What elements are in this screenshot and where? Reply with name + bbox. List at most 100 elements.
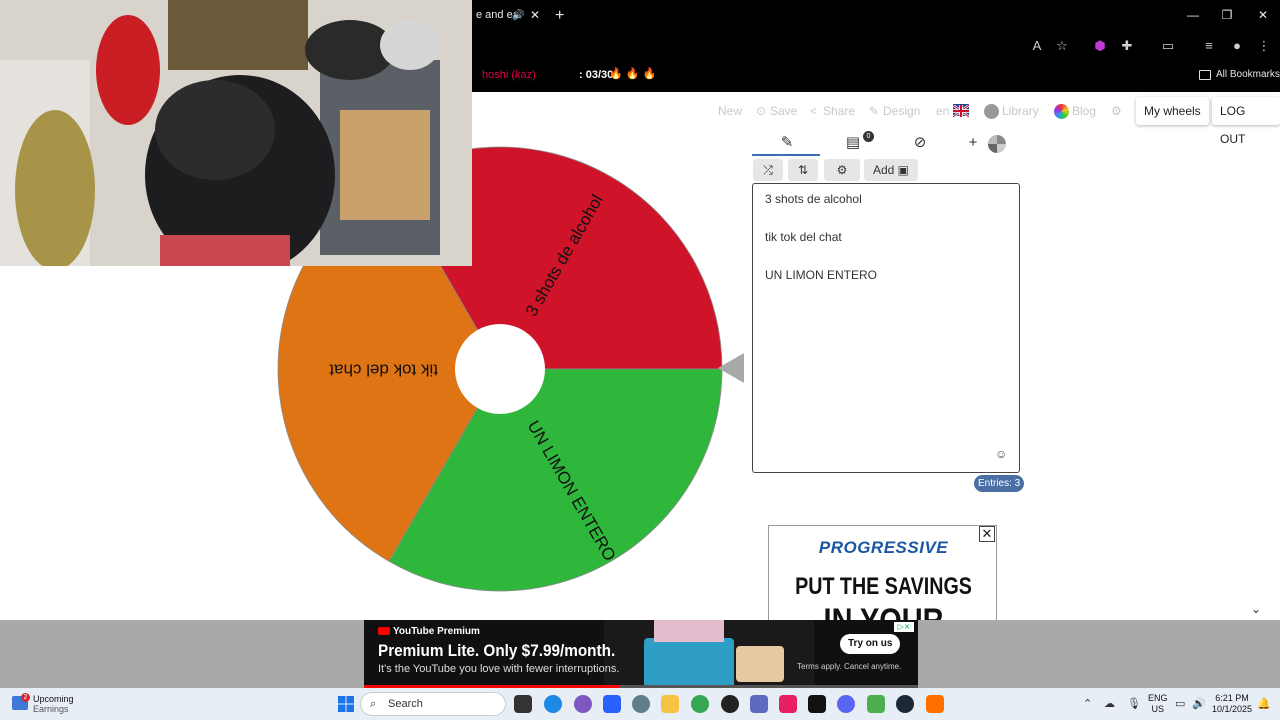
volume-icon[interactable]: 🔊 [1192,697,1206,710]
nav-library[interactable]: Library [1002,100,1039,122]
ad-brand: PROGRESSIVE [818,538,949,557]
widgets-button[interactable]: Upcoming Earnings [33,694,74,714]
ad-artwork [604,620,814,688]
uk-flag-icon [952,104,970,118]
app-icon[interactable] [779,695,797,713]
file-explorer-icon[interactable] [661,695,679,713]
nav-design[interactable]: Design [883,100,920,122]
entries-textarea[interactable]: 3 shots de alcohol tik tok del chat UN L… [752,183,1020,473]
youtube-premium-ad[interactable]: YouTube Premium Premium Lite. Only $7.99… [364,620,918,688]
edit-pencil-icon[interactable]: ✎ [775,130,799,156]
extension-shield-icon[interactable]: ⬢ [1091,37,1109,55]
taskbar-search[interactable]: ⌕ Search [360,692,506,716]
webcam-overlay [0,0,472,266]
entry-line: UN LIMON ENTERO [765,268,878,282]
all-bookmarks-button[interactable]: All Bookmarks [1216,69,1280,80]
extensions-puzzle-icon[interactable]: ✚ [1118,37,1136,55]
windows-start-icon[interactable] [338,696,354,712]
nav-new[interactable]: New [718,100,742,122]
sort-button[interactable]: ⇅ [788,159,818,181]
language-indicator[interactable]: ENG US [1148,693,1168,715]
translate-icon[interactable]: A [1028,37,1046,55]
yt-headline: Premium Lite. Only $7.99/month. [378,641,616,660]
edge-icon[interactable] [544,695,562,713]
kebab-menu-icon[interactable]: ⋮ [1255,37,1273,55]
save-icon[interactable]: ⊙ [756,100,766,122]
yt-subtext: It's the YouTube you love with fewer int… [378,663,620,675]
steam-icon[interactable] [896,695,914,713]
settings-icon[interactable]: ⚙ [1111,100,1122,122]
nav-save[interactable]: Save [770,100,797,122]
yt-terms: Terms apply. Cancel anytime. [797,662,902,671]
cast-icon[interactable]: ▭ [1159,37,1177,55]
add-image-button[interactable]: Add ▣ [864,159,918,181]
search-icon: ⌕ [370,698,377,710]
media-control-icon[interactable]: ≡ [1200,37,1218,55]
add-wheel-plus-icon[interactable]: + [965,130,981,156]
settings-app-icon[interactable] [632,695,650,713]
new-tab-button[interactable]: + [555,3,564,28]
widget-title: Upcoming [33,694,74,704]
ad-headline-line1: PUT THE SAVINGS [795,573,972,600]
pencil-icon[interactable]: ✎ [869,100,879,122]
hide-eye-icon[interactable]: ⊘ [908,130,932,156]
wheel-center-hub[interactable] [455,324,545,414]
chevron-down-icon[interactable]: ⌄ [1251,602,1261,616]
adchoices-icon[interactable]: ▷⨯ [894,622,914,632]
star-bookmark-icon[interactable]: ☆ [1053,37,1071,55]
task-view-icon[interactable] [514,695,532,713]
wheel-segment-label: tik tok del chat [329,361,438,380]
discord-icon[interactable] [837,695,855,713]
bookmark-emojis: 🔥 🔥 🔥 [609,68,657,80]
app-icon[interactable] [926,695,944,713]
active-tab-underline [752,154,820,156]
tray-chevron-icon[interactable]: ⌃ [1083,697,1092,710]
image-icon: ▣ [897,163,910,177]
results-clipboard-icon[interactable]: ▤ [843,130,863,156]
notification-bell-icon[interactable]: 🔔 [1257,697,1271,710]
folder-icon [1199,70,1211,80]
nav-share[interactable]: Share [823,100,855,122]
app-icon[interactable] [721,695,739,713]
lang-line1: ENG [1148,693,1168,703]
nav-language[interactable]: en [936,100,949,122]
lang-line2: US [1151,704,1165,714]
onedrive-icon[interactable]: ☁ [1104,697,1115,710]
tab-close-icon[interactable]: ✕ [530,3,540,28]
nav-blog[interactable]: Blog [1072,100,1096,122]
entry-line: 3 shots de alcohol [765,192,862,206]
microphone-icon[interactable]: 🎙 [1127,697,1141,710]
wheel-thumbnail-icon[interactable] [988,135,1006,153]
share-icon[interactable]: < [810,100,817,122]
close-window-button[interactable]: ✕ [1246,0,1280,31]
advanced-gear-button[interactable]: ⚙ [824,159,860,181]
youtube-premium-logo: YouTube Premium [378,626,480,637]
store-icon[interactable] [603,695,621,713]
blog-icon [1054,104,1069,119]
entries-count-badge: Entries: 3 [974,475,1025,492]
library-icon [984,104,999,119]
try-on-us-button[interactable]: Try on us [840,634,901,654]
bookmark-prefix[interactable]: hoshi (kaz) [482,69,536,81]
maximize-button[interactable]: ❐ [1210,0,1244,31]
chrome-icon[interactable] [691,695,709,713]
my-wheels-button[interactable]: My wheels [1136,97,1209,125]
clock[interactable]: 6:21 PM 10/1/2025 [1212,693,1252,715]
capcut-icon[interactable] [808,695,826,713]
logout-button[interactable]: LOG OUT [1212,97,1280,146]
profile-avatar[interactable]: ● [1228,37,1246,55]
minecraft-icon[interactable] [867,695,885,713]
speaker-icon[interactable]: 🔊 [512,3,524,28]
date: 10/1/2025 [1212,704,1253,714]
browser-tab[interactable]: e and ea 🔊 ✕ [470,3,548,28]
add-label: Add [872,163,895,177]
widget-badge: 2 [21,693,30,702]
network-icon[interactable]: ▭ [1175,697,1185,710]
entry-line: tik tok del chat [765,230,842,244]
minimize-button[interactable]: — [1176,0,1210,31]
ad-close-icon[interactable]: ✕ [979,526,995,542]
emoji-icon[interactable]: ☺ [995,447,1007,461]
snipping-tool-icon[interactable] [750,695,768,713]
shuffle-button[interactable]: ⤮ [753,159,783,181]
copilot-icon[interactable] [574,695,592,713]
